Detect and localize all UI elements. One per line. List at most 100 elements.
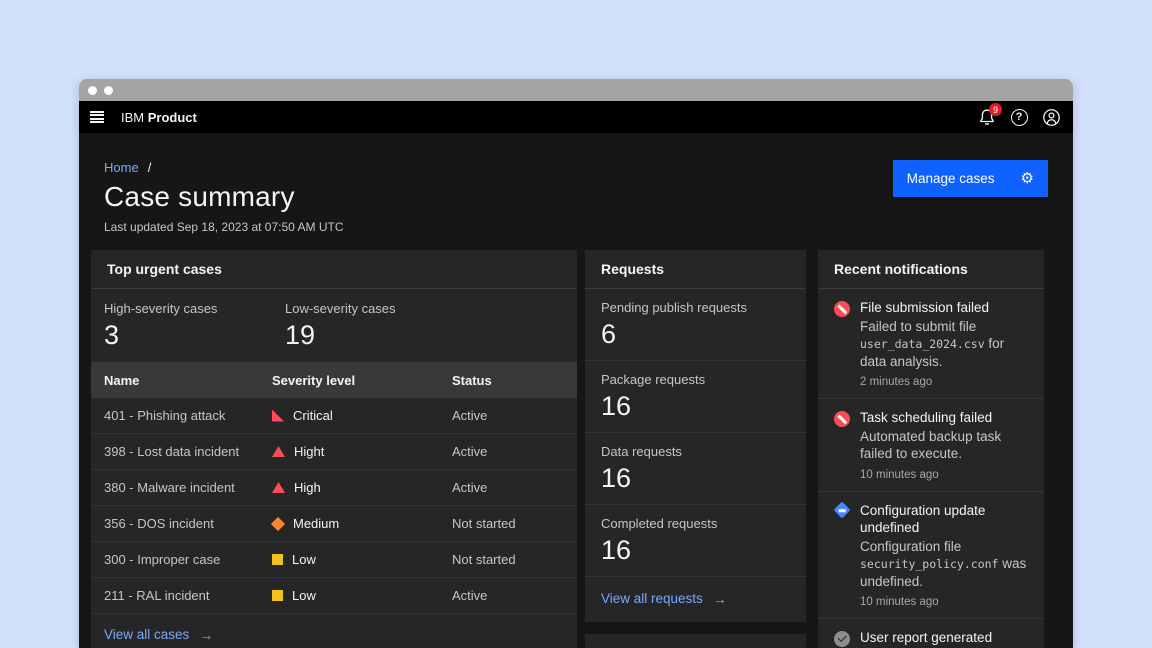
case-severity: Low	[272, 552, 452, 567]
table-row: 211 - RAL incident Low Active	[91, 578, 577, 614]
notification-title: File submission failed	[860, 299, 1028, 316]
case-name: 380 - Malware incident	[91, 480, 272, 495]
request-stat: Data requests 16	[585, 433, 806, 505]
notification-description: Configuration file security_policy.conf …	[860, 538, 1028, 590]
manage-cases-label: Manage cases	[907, 171, 995, 186]
case-severity: Medium	[272, 516, 452, 531]
middle-column: Requests Pending publish requests 6 Pack…	[585, 250, 806, 648]
arrow-right-icon: →	[713, 591, 727, 607]
high-severity-icon	[272, 482, 285, 493]
window-dot	[88, 86, 97, 95]
notification-description: Automated backup task failed to execute.	[860, 428, 1028, 463]
case-name: 356 - DOS incident	[91, 516, 272, 531]
critical-severity-icon	[272, 410, 284, 422]
menu-button[interactable]	[79, 101, 121, 133]
window-dot	[104, 86, 113, 95]
notification-badge: 9	[989, 103, 1002, 116]
stat-label: Low-severity cases	[285, 301, 466, 316]
stat-low-severity: Low-severity cases 19	[285, 301, 466, 352]
requests-tile: Requests Pending publish requests 6 Pack…	[585, 250, 806, 622]
case-name: 401 - Phishing attack	[91, 408, 272, 423]
threat-score-title: Threat score	[585, 634, 806, 648]
notification-title: User report generated	[860, 629, 1028, 646]
notification-item: User report generated The User Access Re…	[818, 619, 1044, 648]
brand-name: Product	[148, 110, 197, 125]
stat-value: 16	[601, 461, 790, 495]
notification-text: User report generated The User Access Re…	[860, 629, 1028, 648]
case-status: Active	[452, 480, 577, 495]
page-content: Home / Case summary Last updated Sep 18,…	[79, 133, 1073, 648]
low-severity-icon	[272, 554, 283, 565]
case-status: Active	[452, 444, 577, 459]
request-stat: Pending publish requests 6	[585, 289, 806, 361]
stat-label: Completed requests	[601, 516, 790, 531]
manage-cases-button[interactable]: Manage cases ⚙	[893, 160, 1048, 197]
stat-value: 3	[104, 318, 285, 352]
notification-text: Task scheduling failed Automated backup …	[860, 409, 1028, 481]
cases-table-header: Name Severity level Status	[91, 362, 577, 398]
stat-value: 16	[601, 533, 790, 567]
threat-score-tile: Threat score	[585, 634, 806, 648]
stat-value: 16	[601, 389, 790, 423]
checkmark-icon	[834, 631, 850, 647]
notification-title: Task scheduling failed	[860, 409, 1028, 426]
notification-title: Configuration update undefined	[860, 502, 1028, 536]
low-severity-icon	[272, 590, 283, 601]
view-all-cases-label: View all cases	[104, 627, 189, 642]
severity-label: Medium	[293, 516, 339, 531]
dashboard-grid: Top urgent cases High-severity cases 3 L…	[91, 250, 1061, 648]
account-button[interactable]	[1035, 101, 1067, 133]
stat-label: Package requests	[601, 372, 790, 387]
file-name: user_data_2024.csv	[860, 337, 985, 351]
help-icon: ?	[1011, 109, 1028, 126]
high-severity-icon	[272, 446, 285, 457]
view-all-requests-link[interactable]: View all requests →	[601, 591, 727, 607]
case-severity: Hight	[272, 444, 452, 459]
stat-label: Data requests	[601, 444, 790, 459]
request-stat: Completed requests 16	[585, 505, 806, 577]
notifications-button[interactable]: 9	[971, 101, 1003, 133]
severity-label: Low	[292, 588, 316, 603]
breadcrumb-separator: /	[148, 160, 152, 175]
column-header-severity: Severity level	[272, 373, 452, 388]
requests-title: Requests	[585, 250, 806, 289]
notification-item: Task scheduling failed Automated backup …	[818, 399, 1044, 492]
arrow-right-icon: →	[199, 627, 213, 643]
user-avatar-icon	[1042, 108, 1061, 127]
case-severity: Low	[272, 588, 452, 603]
case-name: 398 - Lost data incident	[91, 444, 272, 459]
notification-time: 2 minutes ago	[860, 376, 1028, 388]
notification-item: File submission failed Failed to submit …	[818, 289, 1044, 399]
column-header-name: Name	[91, 373, 272, 388]
recent-notifications-title: Recent notifications	[818, 250, 1044, 289]
severity-stats: High-severity cases 3 Low-severity cases…	[91, 289, 577, 362]
case-status: Not started	[452, 552, 577, 567]
stat-high-severity: High-severity cases 3	[104, 301, 285, 352]
notification-text: File submission failed Failed to submit …	[860, 299, 1028, 388]
browser-window: IBM Product 9 ? Home /	[79, 79, 1073, 648]
error-icon	[834, 411, 850, 427]
case-status: Active	[452, 408, 577, 423]
error-icon	[834, 301, 850, 317]
view-all-requests-label: View all requests	[601, 591, 703, 606]
severity-label: Low	[292, 552, 316, 567]
table-row: 401 - Phishing attack Critical Active	[91, 398, 577, 434]
view-all-cases-link[interactable]: View all cases →	[104, 627, 213, 643]
help-button[interactable]: ?	[1003, 101, 1035, 133]
page-header: Home / Case summary Last updated Sep 18,…	[91, 133, 1061, 250]
severity-label: Hight	[294, 444, 324, 459]
case-status: Active	[452, 588, 577, 603]
notification-item: Configuration update undefined Configura…	[818, 492, 1044, 619]
undefined-status-icon	[834, 502, 851, 519]
table-row: 380 - Malware incident High Active	[91, 470, 577, 506]
case-status: Not started	[452, 516, 577, 531]
recent-notifications-tile: Recent notifications File submission fai…	[818, 250, 1044, 648]
request-stat: Package requests 16	[585, 361, 806, 433]
notification-description: Failed to submit file user_data_2024.csv…	[860, 318, 1028, 370]
breadcrumb-home-link[interactable]: Home	[104, 160, 139, 175]
severity-label: Critical	[293, 408, 333, 423]
gear-icon: ⚙	[1021, 171, 1034, 186]
stat-value: 6	[601, 317, 790, 351]
brand-prefix: IBM	[121, 110, 144, 125]
case-severity: Critical	[272, 408, 452, 423]
